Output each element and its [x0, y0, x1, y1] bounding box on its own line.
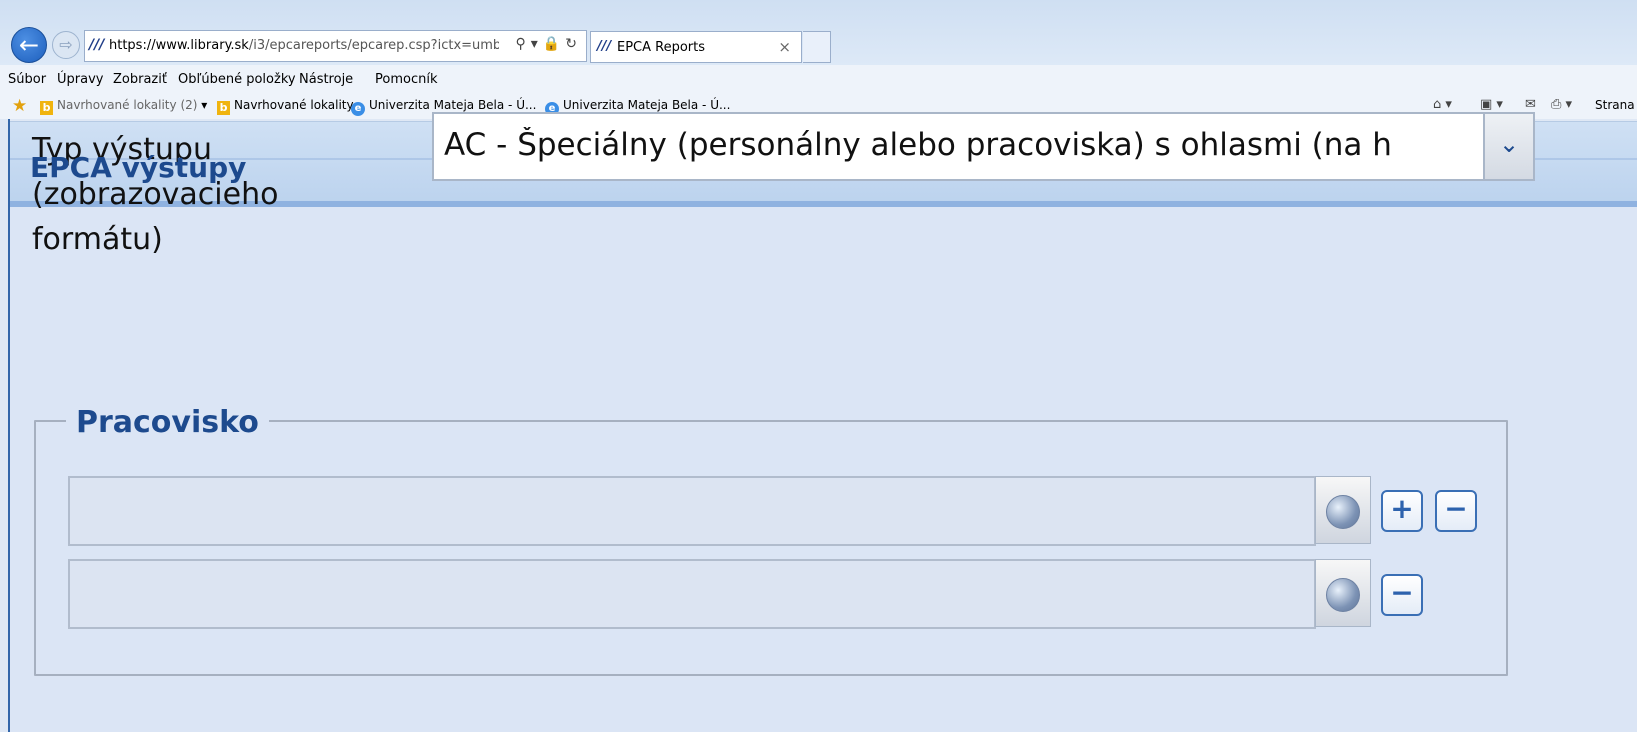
print-icon[interactable]: ⎙ ▾: [1551, 97, 1572, 112]
address-tools[interactable]: ⚲▾🔒↻: [516, 36, 582, 52]
lock-icon[interactable]: 🔒: [543, 36, 565, 52]
menu-tools[interactable]: Nástroje: [299, 72, 353, 87]
browser-chrome: ← ⇨ /// https://www.library.sk/i3/epcare…: [0, 0, 1637, 119]
tab-favicon-icon: ///: [597, 39, 612, 54]
add-row-button[interactable]: +: [1381, 490, 1423, 532]
menu-edit[interactable]: Úpravy: [57, 72, 103, 87]
menu-view[interactable]: Zobraziť: [113, 72, 167, 87]
mail-icon[interactable]: ✉: [1525, 97, 1536, 112]
back-button[interactable]: ←: [11, 27, 47, 63]
close-tab-icon[interactable]: ×: [778, 38, 791, 56]
dropdown-icon[interactable]: ▾: [531, 36, 543, 52]
navigation-bar: ← ⇨ /// https://www.library.sk/i3/epcare…: [0, 0, 1637, 65]
home-icon[interactable]: ⌂ ▾: [1433, 97, 1452, 112]
chevron-down-icon[interactable]: ⌄: [1483, 114, 1533, 179]
globe-icon: [1326, 495, 1360, 529]
workplace-lookup-button-2[interactable]: [1315, 559, 1371, 627]
new-tab-button[interactable]: [803, 31, 831, 63]
site-favicon-icon: ///: [89, 37, 105, 53]
workplace-input-1[interactable]: [68, 476, 1316, 546]
refresh-icon[interactable]: ↻: [565, 36, 582, 52]
address-bar[interactable]: /// https://www.library.sk/i3/epcareport…: [84, 30, 587, 62]
page-menu[interactable]: Strana: [1595, 98, 1635, 112]
feeds-icon[interactable]: ▣ ▾: [1480, 97, 1503, 112]
output-type-select[interactable]: AC - Špeciálny (personálny alebo pracovi…: [432, 112, 1535, 181]
workplace-lookup-button-1[interactable]: [1315, 476, 1371, 544]
forward-button[interactable]: ⇨: [52, 31, 80, 59]
search-icon[interactable]: ⚲: [516, 36, 531, 52]
output-type-label: Typ výstupu (zobrazovacieho formátu): [32, 132, 279, 257]
tab-title: EPCA Reports: [617, 40, 706, 55]
workplace-legend: Pracovisko: [66, 405, 269, 440]
url-text[interactable]: https://www.library.sk/i3/epcareports/ep…: [109, 38, 499, 53]
globe-icon: [1326, 578, 1360, 612]
favorites-star-icon[interactable]: ★: [12, 96, 27, 116]
menu-favorites[interactable]: Obľúbené položky: [178, 72, 296, 87]
workplace-fieldset: [34, 420, 1508, 676]
menu-bar: Súbor Úpravy Zobraziť Obľúbené položky N…: [0, 65, 1637, 93]
browser-tab[interactable]: /// EPCA Reports ×: [590, 31, 802, 63]
url-host: https://www.library.sk: [109, 38, 249, 53]
remove-row-button-1[interactable]: −: [1435, 490, 1477, 532]
bing-icon: b: [40, 101, 53, 115]
output-type-value: AC - Špeciálny (personálny alebo pracovi…: [444, 127, 1392, 163]
url-path: /i3/epcareports/epcarep.csp?ictx=umb&lan…: [248, 38, 499, 53]
menu-help[interactable]: Pomocník: [375, 72, 437, 87]
favorite-suggested-sites-1[interactable]: b Navrhované lokality (2) ▾: [40, 98, 207, 115]
chevron-down-icon[interactable]: ▾: [201, 98, 207, 112]
remove-row-button-2[interactable]: −: [1381, 574, 1423, 616]
menu-file[interactable]: Súbor: [8, 72, 46, 87]
page-title: EPCA výstupy: [30, 151, 247, 184]
workplace-input-2[interactable]: [68, 559, 1316, 629]
favorite-suggested-sites-2[interactable]: b Navrhované lokality: [217, 98, 354, 115]
ie-icon: e: [351, 102, 365, 116]
bing-icon: b: [217, 101, 230, 115]
